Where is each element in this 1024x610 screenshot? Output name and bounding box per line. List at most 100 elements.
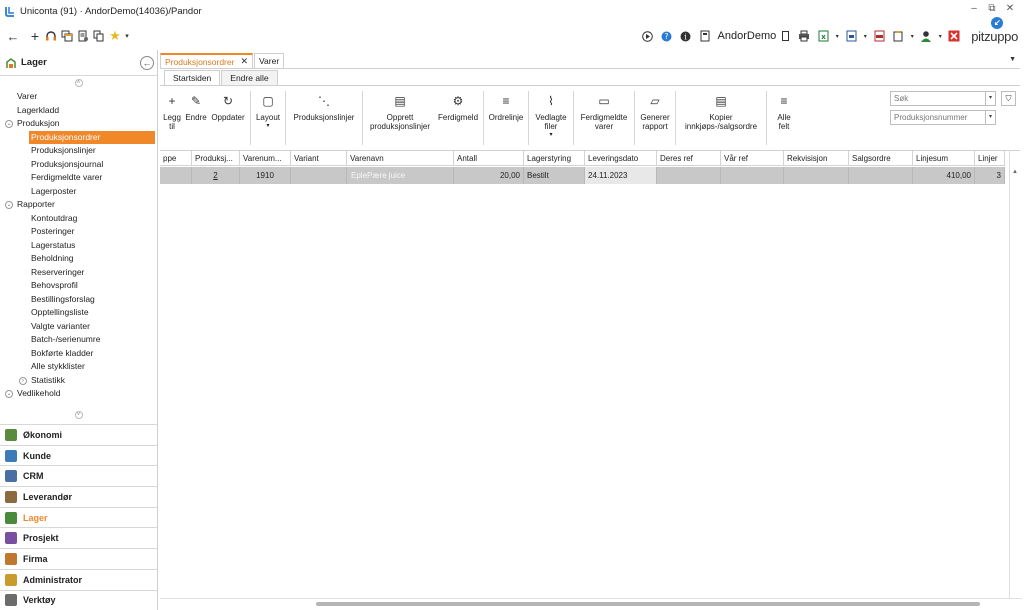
tree-item-bestillingsforslag[interactable]: Bestillingsforslag — [0, 293, 157, 307]
company-switch-icon[interactable] — [781, 28, 789, 44]
excel-export-icon[interactable]: x — [815, 28, 831, 44]
word-dropdown-icon[interactable]: ▾ — [862, 28, 868, 44]
close-tab-icon[interactable]: ✕ — [240, 56, 248, 67]
ribbon-tab-endre-alle[interactable]: Endre alle — [221, 70, 278, 85]
tree-item-lagerstatus[interactable]: Lagerstatus — [0, 239, 157, 253]
tabs-dropdown-icon[interactable]: ▼ — [1009, 56, 1016, 63]
module-økonomi[interactable]: Økonomi — [0, 424, 157, 445]
search-field-select[interactable]: Produksjonsnummer ▾ — [890, 110, 996, 125]
tree-item-produksjonsjournal[interactable]: Produksjonsjournal — [0, 158, 157, 172]
collapse-panel-button[interactable]: ← — [140, 56, 154, 70]
column-header-ppe[interactable]: ppe — [160, 151, 192, 166]
tree-item-lagerposter[interactable]: Lagerposter — [0, 185, 157, 199]
pdf-export-icon[interactable] — [871, 28, 887, 44]
tree-item-batch-serienumre[interactable]: Batch-/serienumre — [0, 333, 157, 347]
minimize-button[interactable]: – — [966, 3, 982, 14]
cell-linjer[interactable]: 3 — [975, 167, 1005, 184]
tab-produksjonsordrer[interactable]: Produksjonsordrer ✕ — [160, 53, 253, 68]
cell-linjesum[interactable]: 410,00 — [913, 167, 975, 184]
cell-variant[interactable] — [291, 167, 347, 184]
cell-ppe[interactable] — [160, 167, 192, 184]
help-icon[interactable]: ? — [659, 28, 675, 44]
expand-icon[interactable]: ⌄ — [5, 390, 13, 398]
column-header-antall[interactable]: Antall — [454, 151, 524, 166]
cell-deres-ref[interactable] — [657, 167, 721, 184]
tree-item-varer[interactable]: Varer — [0, 90, 157, 104]
tree-item-produksjonsordrer[interactable]: Produksjonsordrer — [29, 130, 155, 144]
headset-icon[interactable] — [43, 28, 59, 44]
ribbon-tab-startsiden[interactable]: Startsiden — [164, 70, 221, 85]
layout-button[interactable]: ▢ Layout ▾ — [253, 87, 283, 149]
tree-scroll-up[interactable]: ˄ — [0, 76, 157, 90]
expand-icon[interactable]: › — [19, 376, 27, 385]
scroll-up-arrow-icon[interactable]: ▲ — [1010, 169, 1020, 175]
search-field-dropdown-icon[interactable]: ▾ — [985, 111, 995, 124]
restore-button[interactable]: ⧉ — [984, 3, 1000, 14]
copy-icon[interactable] — [91, 28, 107, 44]
clipboard-icon[interactable] — [890, 28, 906, 44]
cell-rekvisisjon[interactable] — [784, 167, 849, 184]
user-dropdown-icon[interactable]: ▾ — [937, 28, 943, 44]
column-header-varenavn[interactable]: Varenavn — [347, 151, 454, 166]
module-prosjekt[interactable]: Prosjekt — [0, 527, 157, 548]
windows-icon[interactable] — [59, 28, 75, 44]
ordrelinje-button[interactable]: ≡ Ordrelinje — [486, 87, 526, 149]
tree-item-lagerkladd[interactable]: Lagerkladd — [0, 104, 157, 118]
excel-dropdown-icon[interactable]: ▾ — [834, 28, 840, 44]
table-row[interactable]: 2 1910 EplePære juice 20,00 Bestilt 24.11.202… — [160, 167, 1005, 184]
close-window-button[interactable]: ✕ — [1002, 3, 1018, 14]
cell-vår-ref[interactable] — [721, 167, 784, 184]
tree-item-produksjon[interactable]: ⌄ Produksjon — [0, 117, 157, 131]
module-administrator[interactable]: Administrator — [0, 568, 157, 590]
tree-item-vedlikehold[interactable]: ⌄ Vedlikehold — [0, 387, 157, 401]
produksjonslinjer-button[interactable]: ⋱ Produksjonslinjer — [288, 87, 360, 149]
tree-item-alle-stykklister[interactable]: Alle stykklister — [0, 360, 157, 374]
expand-icon[interactable]: ⌄ — [5, 201, 13, 209]
horizontal-scroll-thumb[interactable] — [316, 602, 980, 606]
cell-leveringsdato[interactable]: 24.11.2023 — [585, 167, 657, 184]
document-settings-icon[interactable] — [75, 28, 91, 44]
opprett-produksjonslinjer-button[interactable]: ▤ Opprett produksjonslinjer — [365, 87, 435, 149]
module-lager[interactable]: Lager — [0, 506, 157, 528]
word-export-icon[interactable] — [843, 28, 859, 44]
tree-item-ferdigmeldte-varer[interactable]: Ferdigmeldte varer — [0, 171, 157, 185]
favorites-dropdown-icon[interactable]: ▾ — [123, 28, 131, 44]
alle-felt-button[interactable]: ≡ Alle felt — [769, 87, 799, 149]
printer-icon[interactable] — [796, 28, 812, 44]
tree-item-opptellingsliste[interactable]: Opptellingsliste — [0, 306, 157, 320]
add-icon[interactable]: + — [27, 28, 43, 44]
module-firma[interactable]: Firma — [0, 548, 157, 569]
cell-lagerstyring[interactable]: Bestilt — [524, 167, 585, 184]
column-header-linjer[interactable]: Linjer — [975, 151, 1005, 166]
tree-item-bokførte-kladder[interactable]: Bokførte kladder — [0, 347, 157, 361]
play-icon[interactable] — [640, 28, 656, 44]
endre-button[interactable]: ✎ Endre — [184, 87, 208, 149]
column-header-produksj[interactable]: Produksj... — [192, 151, 240, 166]
filter-icon[interactable]: ⛉ — [1001, 91, 1016, 106]
legg-til-button[interactable]: + Legg til — [160, 87, 184, 149]
cell-salgsordre[interactable] — [849, 167, 913, 184]
favorite-star-icon[interactable]: ★ — [107, 28, 123, 44]
column-header-rekvisisjon[interactable]: Rekvisisjon — [784, 151, 849, 166]
user-account-icon[interactable] — [918, 28, 934, 44]
column-header-varenum[interactable]: Varenum... — [240, 151, 291, 166]
tree-item-rapporter[interactable]: ⌄ Rapporter — [0, 198, 157, 212]
tab-varer[interactable]: Varer — [254, 53, 285, 68]
column-header-lagerstyring[interactable]: Lagerstyring — [524, 151, 585, 166]
ferdigmeld-button[interactable]: ⚙ Ferdigmeld — [435, 87, 481, 149]
tree-item-valgte-varianter[interactable]: Valgte varianter — [0, 320, 157, 334]
module-leverandør[interactable]: Leverandør — [0, 486, 157, 507]
close-red-icon[interactable] — [946, 28, 962, 44]
vedlagte-filer-button[interactable]: ⌇ Vedlagte filer ▾ — [531, 87, 571, 149]
back-arrow-icon[interactable]: ← — [5, 28, 21, 44]
cell-varenavn[interactable]: EplePære juice — [347, 167, 454, 184]
horizontal-scrollbar[interactable] — [160, 598, 1022, 608]
column-header-leveringsdato[interactable]: Leveringsdato — [585, 151, 657, 166]
cell-antall[interactable]: 20,00 — [454, 167, 524, 184]
tree-item-posteringer[interactable]: Posteringer — [0, 225, 157, 239]
column-header-deres-ref[interactable]: Deres ref — [657, 151, 721, 166]
tree-item-reserveringer[interactable]: Reserveringer — [0, 266, 157, 280]
oppdater-button[interactable]: ↻ Oppdater — [208, 87, 248, 149]
generer-rapport-button[interactable]: ▱ Generer rapport — [637, 87, 673, 149]
kopier-innkjøps-salgsordre-button[interactable]: ▤ Kopier innkjøps-/salgsordre — [678, 87, 764, 149]
